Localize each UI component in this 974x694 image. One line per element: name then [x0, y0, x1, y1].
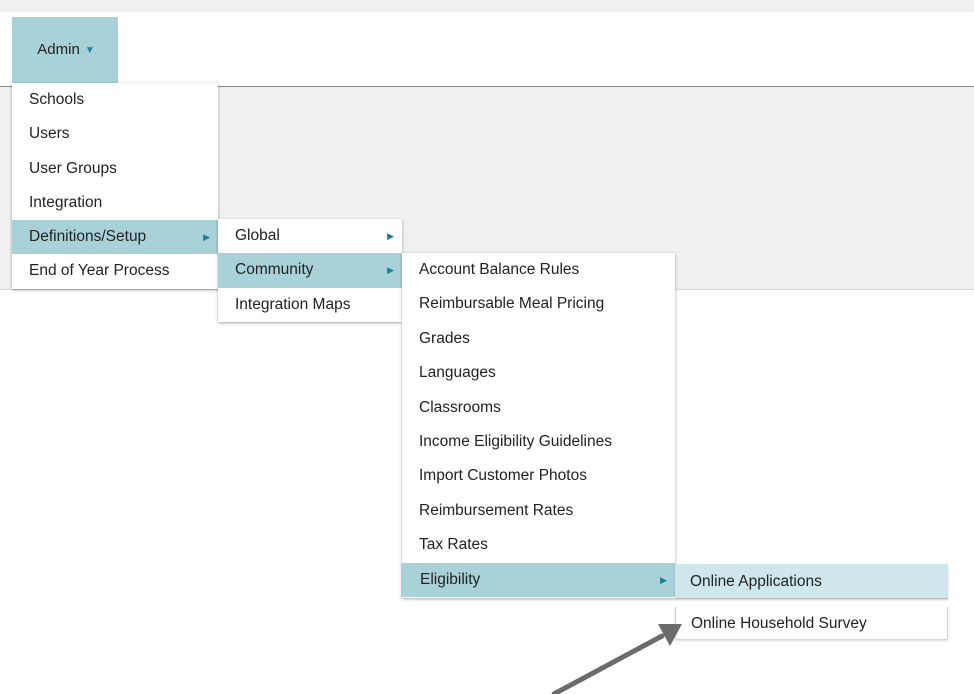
- menu-item-label: Community: [235, 261, 314, 279]
- menu-item-label: Definitions/Setup: [29, 228, 147, 246]
- menu-item-label: Online Household Survey: [691, 615, 867, 632]
- menu-item-label: Grades: [419, 329, 470, 347]
- menu-item-label: Import Customer Photos: [419, 467, 587, 485]
- community-submenu: Account Balance Rules Reimbursable Meal …: [401, 253, 675, 598]
- top-strip: [0, 0, 974, 12]
- menu-item-label: Users: [29, 125, 70, 143]
- menu-item-global[interactable]: Global ▶: [218, 219, 402, 253]
- admin-dropdown-menu: Schools Users User Groups Integration De…: [12, 83, 218, 289]
- submenu-arrow-icon: ▶: [660, 574, 667, 585]
- submenu-arrow-icon: ▶: [387, 265, 394, 276]
- menu-item-label: User Groups: [29, 159, 117, 177]
- menu-item-label: Reimbursable Meal Pricing: [419, 295, 605, 313]
- menu-item-label: End of Year Process: [29, 262, 170, 280]
- menu-item-online-applications[interactable]: Online Applications: [675, 564, 948, 599]
- top-navbar: [0, 17, 974, 87]
- caret-down-icon: ▼: [84, 45, 95, 56]
- menu-item-grades[interactable]: Grades: [402, 322, 675, 356]
- menu-item-schools[interactable]: Schools: [12, 83, 218, 117]
- menu-item-users[interactable]: Users: [12, 117, 218, 151]
- menu-item-eligibility[interactable]: Eligibility ▶: [401, 562, 675, 597]
- menu-item-online-household-survey[interactable]: Online Household Survey: [675, 607, 948, 640]
- definitions-setup-submenu: Global ▶ Community ▶ Integration Maps: [218, 219, 402, 322]
- submenu-arrow-icon: ▶: [387, 230, 394, 241]
- menu-item-reimbursable-meal-pricing[interactable]: Reimbursable Meal Pricing: [402, 287, 675, 321]
- menu-item-label: Integration: [29, 193, 103, 211]
- menu-item-languages[interactable]: Languages: [402, 356, 675, 390]
- annotation-arrow-icon: [551, 624, 682, 694]
- menu-item-definitions-setup[interactable]: Definitions/Setup ▶: [12, 220, 218, 255]
- menu-item-label: Schools: [29, 91, 85, 108]
- submenu-arrow-icon: ▶: [203, 232, 210, 243]
- menu-item-classrooms[interactable]: Classrooms: [402, 391, 675, 425]
- menu-item-label: Languages: [419, 364, 496, 382]
- menu-item-income-eligibility-guidelines[interactable]: Income Eligibility Guidelines: [402, 425, 675, 459]
- menu-item-label: Account Balance Rules: [419, 261, 580, 278]
- menu-item-label: Tax Rates: [419, 536, 488, 554]
- menu-item-integration-maps[interactable]: Integration Maps: [218, 288, 402, 322]
- menu-item-reimbursement-rates[interactable]: Reimbursement Rates: [402, 494, 675, 528]
- menu-item-label: Income Eligibility Guidelines: [419, 432, 612, 450]
- eligibility-submenu: Online Applications Online Household Sur…: [675, 564, 948, 640]
- menu-item-tax-rates[interactable]: Tax Rates: [402, 528, 675, 562]
- menu-item-label: Integration Maps: [235, 295, 351, 313]
- admin-label: Admin: [37, 41, 80, 58]
- menu-item-label: Classrooms: [419, 398, 501, 416]
- menu-item-label: Reimbursement Rates: [419, 501, 574, 519]
- admin-menu-button[interactable]: Admin ▼: [12, 17, 118, 83]
- menu-item-account-balance-rules[interactable]: Account Balance Rules: [402, 253, 675, 287]
- menu-item-integration[interactable]: Integration: [12, 186, 218, 220]
- menu-item-label: Online Applications: [690, 573, 822, 590]
- menu-item-label: Eligibility: [420, 570, 481, 588]
- menu-item-community[interactable]: Community ▶: [218, 253, 402, 288]
- menu-item-end-of-year-process[interactable]: End of Year Process: [12, 254, 218, 288]
- menu-item-import-customer-photos[interactable]: Import Customer Photos: [402, 459, 675, 493]
- menu-item-label: Global: [235, 227, 280, 244]
- menu-item-user-groups[interactable]: User Groups: [12, 152, 218, 186]
